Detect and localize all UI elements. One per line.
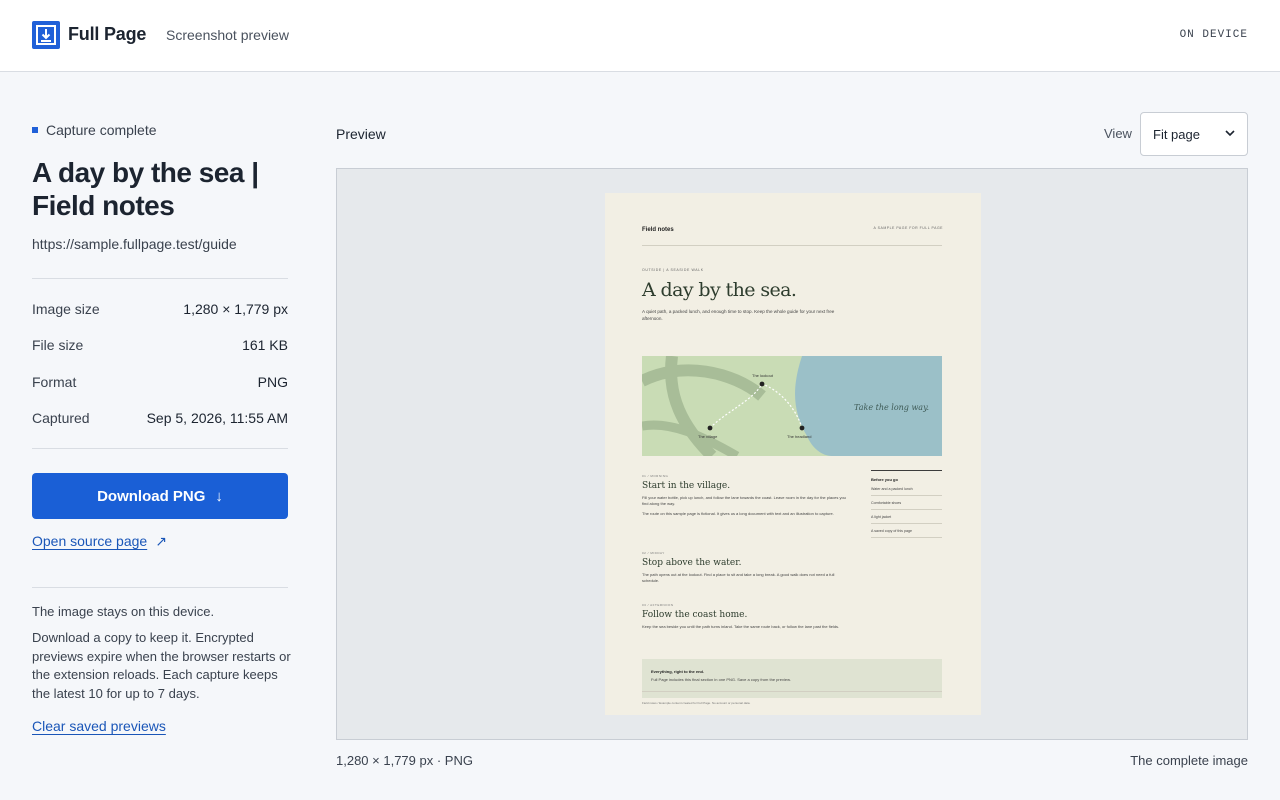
map-label-headland: The headland (787, 434, 811, 439)
open-source-label: Open source page (32, 533, 148, 549)
meta-label: Captured (32, 410, 90, 426)
preview-caption: The complete image (1130, 753, 1248, 768)
thumb-site-name: Field notes (642, 227, 674, 233)
section-body: Keep the sea beside you until the path t… (642, 624, 840, 629)
arrow-down-icon: ↓ (215, 487, 223, 505)
device-badge: ON DEVICE (1179, 29, 1248, 41)
screenshot-thumbnail: Field notes A SAMPLE PAGE FOR FULL PAGE … (605, 193, 981, 715)
thumb-sample-note: A SAMPLE PAGE FOR FULL PAGE (873, 226, 943, 230)
section-kicker: 02 / MIDDAY (642, 551, 665, 555)
section-kicker: 01 / MORNING (642, 474, 669, 478)
thumb-intro: A quiet path, a packed lunch, and enough… (642, 309, 835, 321)
map-tagline: Take the long way. (854, 403, 929, 412)
view-select[interactable]: Fit page (1140, 112, 1248, 156)
divider (32, 278, 288, 279)
download-label: Download PNG (97, 487, 206, 505)
clear-saved-previews-link[interactable]: Clear saved previews (32, 718, 166, 734)
top-bar: Full Page Screenshot preview ON DEVICE (0, 0, 1280, 72)
preview-canvas[interactable]: Field notes A SAMPLE PAGE FOR FULL PAGE … (336, 168, 1248, 740)
meta-value: 161 KB (242, 337, 288, 353)
section-heading: Start in the village. (642, 481, 731, 491)
checklist-item: A light jacket (871, 510, 942, 524)
meta-label: Image size (32, 301, 100, 317)
checklist-item: Comfortable shoes (871, 496, 942, 510)
preview-heading: Preview (336, 126, 386, 142)
checklist-item: A saved copy of this page (871, 524, 942, 538)
retention-note: Download a copy to keep it. Encrypted pr… (32, 630, 291, 701)
chevron-down-icon (1225, 128, 1235, 140)
section-heading: Stop above the water. (642, 558, 742, 568)
thumb-divider (642, 691, 942, 692)
map-label-lookout: The lookout (752, 373, 774, 378)
map-label-village: The village (698, 434, 718, 439)
app-name: Full Page (68, 24, 147, 44)
download-tray-icon (32, 21, 60, 49)
meta-value: Sep 5, 2026, 11:55 AM (146, 410, 288, 426)
section-body: The route on this sample page is fiction… (642, 511, 834, 516)
open-source-page-link[interactable]: Open source page ↗ (32, 533, 167, 550)
meta-label: File size (32, 337, 84, 353)
thumb-checklist: Before you go Water and a packed lunch C… (871, 470, 942, 538)
thumb-callout: Everything, right to the end. Full Page … (642, 659, 942, 698)
app-subtitle: Screenshot preview (166, 27, 289, 43)
divider (32, 587, 288, 588)
section-body: Fill your water bottle, pick up lunch, a… (642, 495, 846, 506)
divider (32, 448, 288, 449)
checklist-item: Water and a packed lunch (871, 482, 942, 496)
thumb-kicker: OUTSIDE | A SEASIDE WALK (642, 268, 704, 272)
meta-row-captured: Captured Sep 5, 2026, 11:55 AM (32, 410, 288, 430)
section-body: The path opens out at the lookout. Find … (642, 572, 835, 583)
external-link-icon: ↗ (155, 533, 167, 549)
capture-status: Capture complete (32, 122, 157, 138)
thumb-divider (642, 245, 942, 246)
section-kicker: 03 / AFTERNOON (642, 603, 674, 607)
meta-row-image-size: Image size 1,280 × 1,779 px (32, 301, 288, 321)
thumb-headline: A day by the sea. (642, 279, 797, 301)
thumb-map-illustration: The lookout The village The headland Tak… (642, 356, 942, 456)
view-selected-value: Fit page (1153, 126, 1200, 142)
meta-value: 1,280 × 1,779 px (183, 301, 288, 317)
thumb-section-morning: 01 / MORNING Start in the village. Fill … (642, 474, 852, 517)
section-heading: Follow the coast home. (642, 610, 748, 620)
thumb-section-afternoon: 03 / AFTERNOON Follow the coast home. Ke… (642, 603, 852, 630)
thumb-section-midday: 02 / MIDDAY Stop above the water. The pa… (642, 551, 852, 584)
download-png-button[interactable]: Download PNG ↓ (32, 473, 288, 519)
page-title: A day by the sea | Field notes (32, 157, 259, 221)
callout-body: Full Page includes this final section in… (651, 677, 791, 682)
page-url: https://sample.fullpage.test/guide (32, 236, 237, 252)
image-info: 1,280 × 1,779 px · PNG (336, 753, 473, 768)
status-text: Capture complete (46, 122, 157, 138)
callout-title: Everything, right to the end. (651, 669, 705, 674)
thumb-footer: Field notes / Example content created fo… (642, 701, 751, 705)
view-label: View (1104, 126, 1132, 141)
meta-row-format: Format PNG (32, 374, 288, 394)
meta-value: PNG (257, 374, 288, 390)
meta-row-file-size: File size 161 KB (32, 337, 288, 357)
status-dot-icon (32, 127, 38, 133)
privacy-note: The image stays on this device. (32, 604, 215, 619)
meta-label: Format (32, 374, 77, 390)
